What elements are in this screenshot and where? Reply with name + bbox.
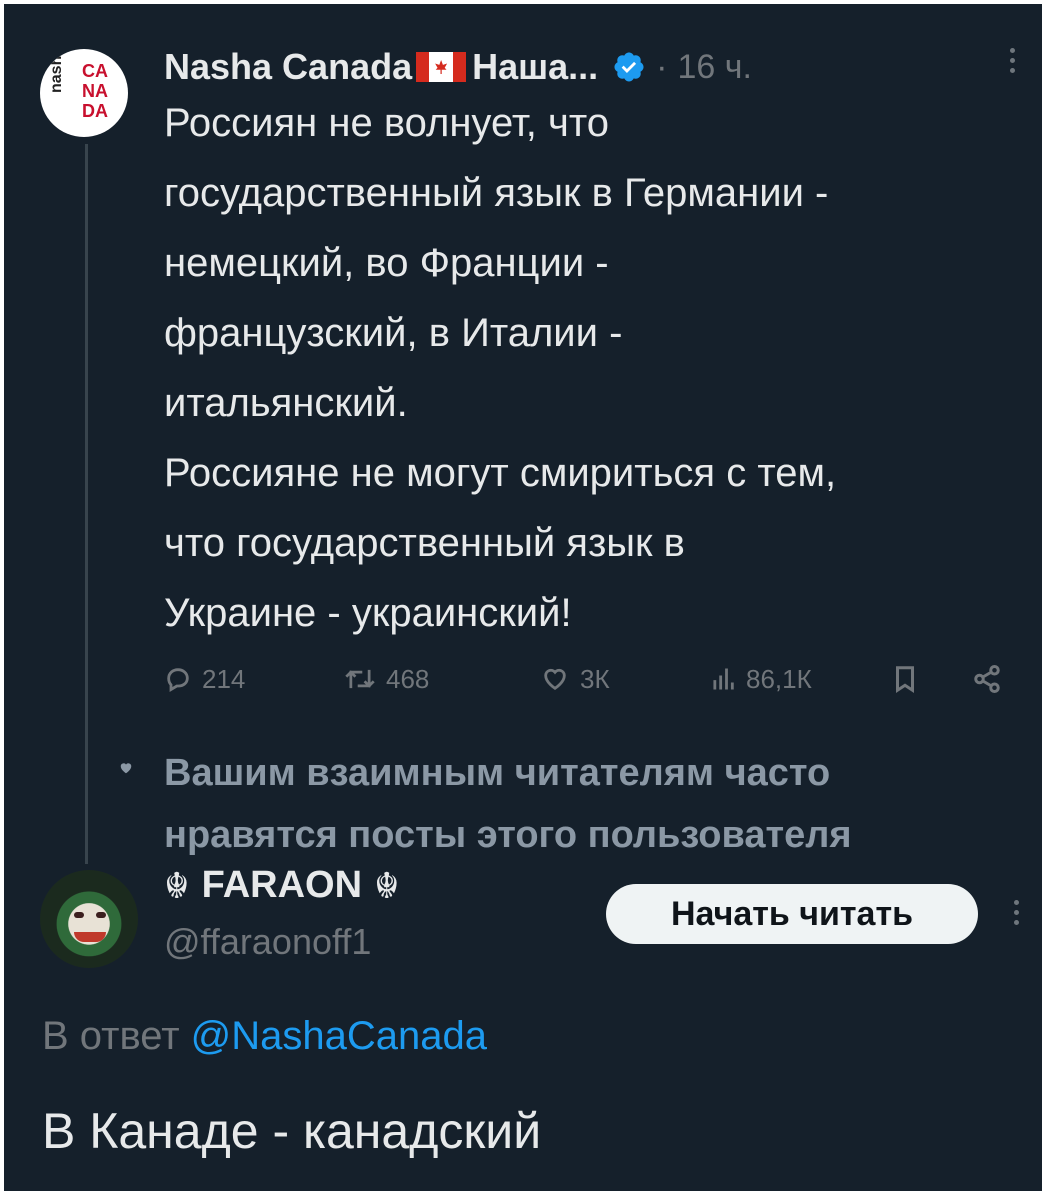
share-icon — [974, 665, 1000, 693]
header-dot-separator: · — [656, 47, 668, 86]
post-timestamp[interactable]: 16 ч. — [678, 48, 752, 87]
avatar-mouth — [74, 932, 106, 942]
reply-button[interactable]: 214 — [164, 654, 245, 704]
thread-connector-line — [85, 144, 88, 864]
reply-to-prefix: В ответ — [42, 1014, 180, 1058]
avatar-letters-1: CA — [82, 61, 108, 81]
share-button[interactable] — [972, 654, 1002, 704]
repost-button[interactable]: 468 — [344, 654, 429, 704]
author-avatar[interactable]: nasha CA NA DA — [40, 49, 128, 137]
reply-count: 214 — [202, 663, 246, 694]
mutuals-notice-line: нравятся посты этого пользователя — [164, 814, 852, 856]
author-name-suffix[interactable]: Наша... — [472, 46, 598, 88]
repost-icon — [345, 669, 375, 689]
small-heart-icon — [120, 763, 132, 774]
avatar-eye — [96, 912, 106, 918]
verified-badge-icon — [614, 52, 644, 82]
avatar-eye — [74, 912, 84, 918]
user-name: FARAON — [201, 864, 363, 906]
avatar-logo-letters: CA NA DA — [70, 61, 120, 121]
post-text-line: что государственный язык в — [164, 521, 685, 565]
user-avatar[interactable] — [40, 870, 138, 968]
views-count: 86,1К — [746, 663, 812, 694]
reply-to-line: В ответ @NashaCanada — [42, 1014, 487, 1059]
avatar-logo-text: nasha — [48, 49, 65, 93]
post-text-line: французский, в Италии - — [164, 311, 623, 355]
post-text-line: государственный язык в Германии - — [164, 171, 829, 215]
post-text-line: итальянский. — [164, 381, 408, 425]
post-text-line: Россиян не волнует, что — [164, 101, 609, 145]
bookmark-icon — [896, 666, 914, 694]
reply-icon — [167, 668, 189, 692]
views-chart-icon — [713, 668, 734, 690]
user-display-name[interactable]: ☬ FARAON ☬ — [164, 864, 400, 907]
post-action-bar: 214 468 3К 86,1К — [164, 654, 1024, 704]
post-text-line: Украине - украинский! — [164, 591, 572, 635]
reply-text: В Канаде - канадский — [42, 1103, 542, 1159]
mutuals-notice: Вашим взаимным читателям часто нравятся … — [164, 742, 1024, 866]
avatar-letters-2: NA — [82, 81, 108, 101]
avatar-letters-3: DA — [82, 101, 108, 121]
post-text-line: Россияне не могут смириться с тем, — [164, 451, 837, 495]
reply-mention-link[interactable]: @NashaCanada — [191, 1014, 487, 1058]
follow-button[interactable]: Начать читать — [606, 884, 978, 944]
bookmark-button[interactable] — [892, 654, 918, 704]
tweet-thread: nasha CA NA DA Nasha Canada Наша... · 16… — [4, 4, 1042, 1191]
khanda-icon: ☬ — [374, 864, 400, 906]
like-count: 3К — [580, 663, 610, 694]
post-more-options-icon[interactable] — [1010, 48, 1015, 73]
views-button[interactable]: 86,1К — [710, 654, 812, 704]
repost-count: 468 — [386, 663, 430, 694]
canada-flag-icon — [416, 52, 467, 82]
post-header: Nasha Canada Наша... · 16 ч. — [164, 42, 752, 92]
like-button[interactable]: 3К — [540, 654, 610, 704]
khanda-icon: ☬ — [164, 864, 190, 906]
user-info[interactable]: ☬ FARAON ☬ @ffaraonoff1 — [164, 864, 400, 963]
heart-icon — [544, 668, 566, 690]
user-more-options-icon[interactable] — [1014, 900, 1019, 925]
post-text-line: немецкий, во Франции - — [164, 241, 609, 285]
mutuals-notice-line: Вашим взаимным читателям часто — [164, 752, 831, 794]
user-handle[interactable]: @ffaraonoff1 — [164, 921, 400, 963]
post-text: Россиян не волнует, что государственный … — [164, 88, 1034, 648]
author-name[interactable]: Nasha Canada — [164, 46, 412, 88]
